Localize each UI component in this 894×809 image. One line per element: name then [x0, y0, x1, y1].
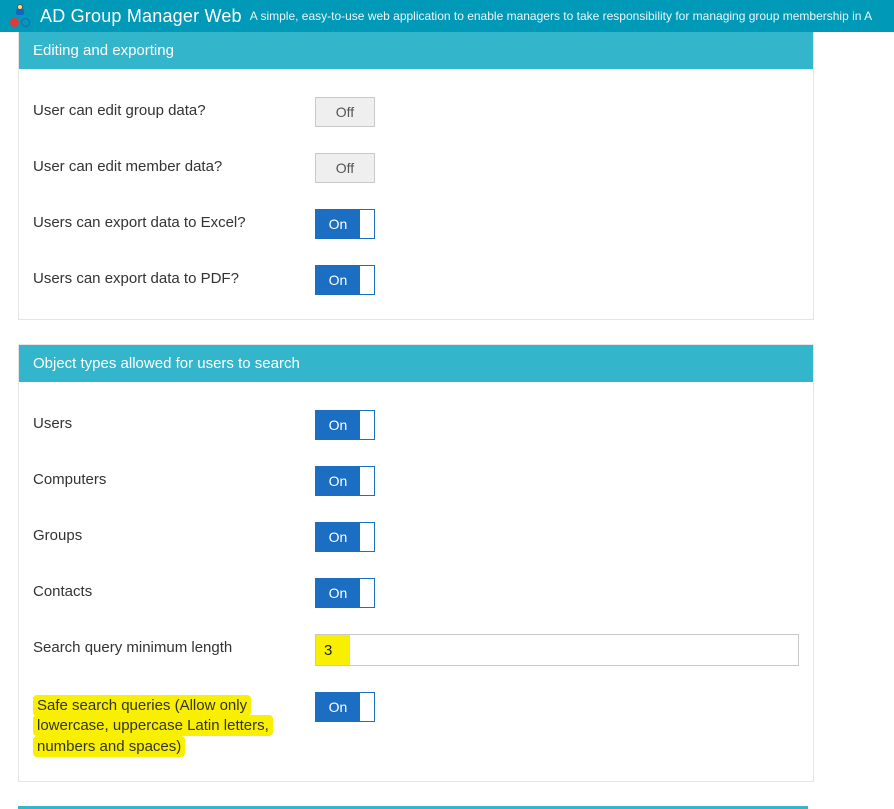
toggle-edit-group[interactable]: Off: [315, 97, 375, 127]
search-minlen-input[interactable]: [315, 634, 799, 666]
row-edit-member: User can edit member data? Off: [29, 143, 803, 193]
section-divider: [18, 806, 808, 809]
toggle-knob: [360, 411, 374, 439]
app-logo-icon: [8, 4, 32, 28]
toggle-label: On: [316, 467, 360, 495]
row-contacts: Contacts On: [29, 568, 803, 618]
toggle-edit-member[interactable]: Off: [315, 153, 375, 183]
top-bar: AD Group Manager Web A simple, easy-to-u…: [0, 0, 894, 32]
label: Groups: [33, 522, 303, 546]
label: Search query minimum length: [33, 634, 303, 658]
row-export-pdf: Users can export data to PDF? On: [29, 255, 803, 305]
panel-editing-header: Editing and exporting: [19, 32, 813, 69]
label: User can edit member data?: [33, 153, 303, 177]
label: Users: [33, 410, 303, 434]
toggle-label: On: [316, 579, 360, 607]
toggle-label: On: [316, 523, 360, 551]
toggle-label: On: [316, 266, 360, 294]
label: Safe search queries (Allow only lowercas…: [33, 692, 303, 757]
toggle-export-pdf[interactable]: On: [315, 265, 375, 295]
toggle-knob: [360, 693, 374, 721]
toggle-label: Off: [316, 98, 374, 126]
toggle-label: On: [316, 693, 360, 721]
toggle-knob: [360, 266, 374, 294]
row-minlen: Search query minimum length: [29, 624, 803, 676]
toggle-label: Off: [316, 154, 374, 182]
toggle-label: On: [316, 210, 360, 238]
toggle-knob: [360, 467, 374, 495]
toggle-safe-search[interactable]: On: [315, 692, 375, 722]
panel-editing-body: User can edit group data? Off User can e…: [19, 69, 813, 319]
label: Computers: [33, 466, 303, 490]
panel-search-body: Users On Computers On Groups On: [19, 382, 813, 781]
label: Contacts: [33, 578, 303, 602]
row-groups: Groups On: [29, 512, 803, 562]
app-subtitle: A simple, easy-to-use web application to…: [250, 9, 872, 23]
toggle-users[interactable]: On: [315, 410, 375, 440]
toggle-knob: [360, 523, 374, 551]
highlighted-text: Safe search queries (Allow only lowercas…: [33, 695, 273, 757]
row-edit-group: User can edit group data? Off: [29, 87, 803, 137]
toggle-knob: [360, 210, 374, 238]
row-computers: Computers On: [29, 456, 803, 506]
toggle-computers[interactable]: On: [315, 466, 375, 496]
panel-search: Object types allowed for users to search…: [18, 344, 814, 782]
toggle-label: On: [316, 411, 360, 439]
toggle-groups[interactable]: On: [315, 522, 375, 552]
panel-search-header: Object types allowed for users to search: [19, 345, 813, 382]
app-title: AD Group Manager Web: [40, 6, 242, 27]
toggle-contacts[interactable]: On: [315, 578, 375, 608]
row-users: Users On: [29, 400, 803, 450]
label: Users can export data to Excel?: [33, 209, 303, 233]
label: Users can export data to PDF?: [33, 265, 303, 289]
panel-editing: Editing and exporting User can edit grou…: [18, 32, 814, 320]
row-export-excel: Users can export data to Excel? On: [29, 199, 803, 249]
toggle-knob: [360, 579, 374, 607]
row-safe-search: Safe search queries (Allow only lowercas…: [29, 682, 803, 767]
label: User can edit group data?: [33, 97, 303, 121]
toggle-export-excel[interactable]: On: [315, 209, 375, 239]
